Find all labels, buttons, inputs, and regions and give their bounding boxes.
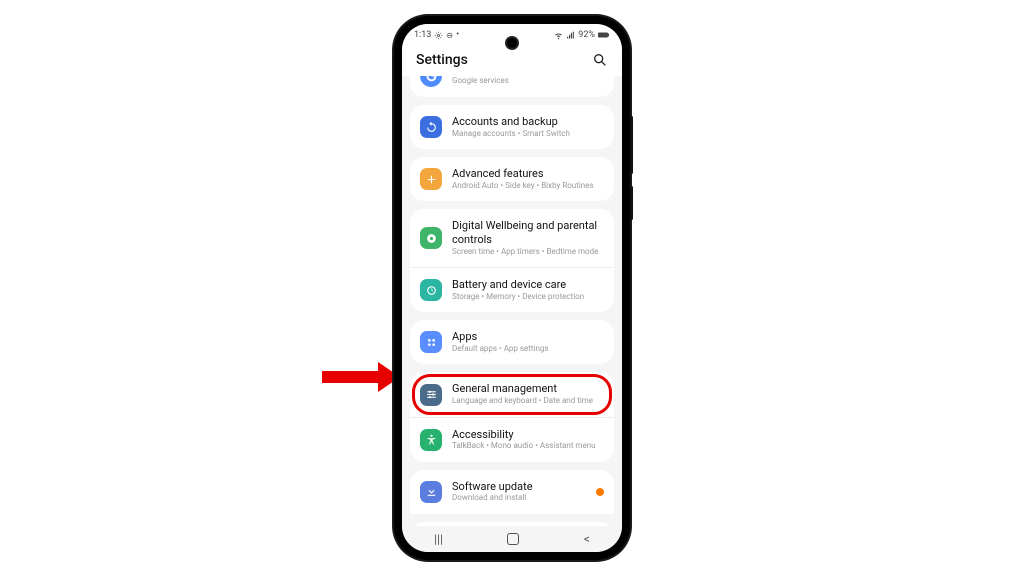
row-title: Digital Wellbeing and parental controls — [452, 219, 604, 247]
row-title: Accessibility — [452, 428, 596, 442]
wellbeing-icon — [420, 227, 442, 249]
row-subtitle: TalkBack • Mono audio • Assistant menu — [452, 441, 596, 451]
gear-icon — [434, 31, 443, 40]
row-text: AccessibilityTalkBack • Mono audio • Ass… — [452, 428, 596, 452]
settings-card: AppsDefault apps • App settings — [410, 320, 614, 364]
wifi-icon — [554, 31, 563, 40]
row-text: Advanced featuresAndroid Auto • Side key… — [452, 167, 594, 191]
settings-card: Advanced featuresAndroid Auto • Side key… — [410, 157, 614, 201]
plus-icon — [420, 168, 442, 190]
row-title: General management — [452, 382, 593, 396]
settings-row-battery-care[interactable]: Battery and device careStorage • Memory … — [410, 267, 614, 312]
row-subtitle: Language and keyboard • Date and time — [452, 396, 593, 406]
settings-row-digital-wellbeing[interactable]: Digital Wellbeing and parental controlsS… — [410, 209, 614, 267]
settings-card: Accounts and backupManage accounts • Sma… — [410, 105, 614, 149]
apps-icon — [420, 331, 442, 353]
sliders-icon — [420, 384, 442, 406]
a11y-icon — [420, 429, 442, 451]
recents-button[interactable]: ||| — [434, 532, 443, 546]
more-icon: • — [456, 30, 458, 40]
row-text: Battery and device careStorage • Memory … — [452, 278, 584, 302]
signal-icon — [566, 31, 575, 40]
settings-list: Google services Accounts and backupManage… — [402, 76, 622, 542]
dnd-icon: ⊖ — [446, 31, 453, 40]
battery-icon — [598, 31, 610, 39]
row-subtitle: Android Auto • Side key • Bixby Routines — [452, 181, 594, 191]
row-text: Software updateDownload and install — [452, 480, 533, 504]
row-text: Digital Wellbeing and parental controlsS… — [452, 219, 604, 257]
battery-pct: 92% — [578, 30, 595, 40]
punch-hole-camera — [507, 38, 517, 48]
row-title: Software update — [452, 480, 533, 494]
settings-card: General managementLanguage and keyboard … — [410, 372, 614, 461]
callout-arrow — [322, 362, 400, 390]
row-subtitle: Storage • Memory • Device protection — [452, 292, 584, 302]
phone-frame: 1:13 ⊖ • 92% Settings Google services Acc… — [394, 16, 630, 560]
status-time: 1:13 — [414, 30, 431, 40]
settings-row-apps[interactable]: AppsDefault apps • App settings — [410, 320, 614, 364]
row-text: Accounts and backupManage accounts • Sma… — [452, 115, 570, 139]
settings-row-accessibility[interactable]: AccessibilityTalkBack • Mono audio • Ass… — [410, 417, 614, 462]
settings-card: Google services — [410, 76, 614, 97]
row-title: Accounts and backup — [452, 115, 570, 129]
settings-row-software-update[interactable]: Software updateDownload and install — [410, 470, 614, 514]
settings-row-accounts-backup[interactable]: Accounts and backupManage accounts • Sma… — [410, 105, 614, 149]
download-icon — [420, 481, 442, 503]
row-subtitle: Google services — [452, 76, 509, 86]
back-button[interactable]: < — [584, 532, 590, 546]
settings-card: Digital Wellbeing and parental controlsS… — [410, 209, 614, 312]
google-icon — [420, 76, 442, 87]
row-text: General managementLanguage and keyboard … — [452, 382, 593, 406]
page-title: Settings — [416, 52, 468, 68]
row-title: Battery and device care — [452, 278, 584, 292]
sync-icon — [420, 116, 442, 138]
row-title: Advanced features — [452, 167, 594, 181]
row-text: Google services — [452, 76, 509, 86]
home-button[interactable] — [507, 533, 519, 545]
android-navbar: ||| < — [402, 526, 622, 552]
update-badge — [596, 488, 604, 496]
settings-header: Settings — [402, 46, 622, 76]
row-title: Apps — [452, 330, 549, 344]
row-subtitle: Screen time • App timers • Bedtime mode — [452, 247, 604, 257]
settings-card: Software updateDownload and install — [410, 470, 614, 514]
care-icon — [420, 279, 442, 301]
settings-row-advanced-features[interactable]: Advanced featuresAndroid Auto • Side key… — [410, 157, 614, 201]
settings-row-google-services[interactable]: Google services — [410, 76, 614, 97]
row-subtitle: Download and install — [452, 493, 533, 503]
row-text: AppsDefault apps • App settings — [452, 330, 549, 354]
row-subtitle: Default apps • App settings — [452, 344, 549, 354]
row-subtitle: Manage accounts • Smart Switch — [452, 129, 570, 139]
settings-row-general-management[interactable]: General managementLanguage and keyboard … — [410, 372, 614, 416]
search-icon[interactable] — [592, 52, 608, 68]
